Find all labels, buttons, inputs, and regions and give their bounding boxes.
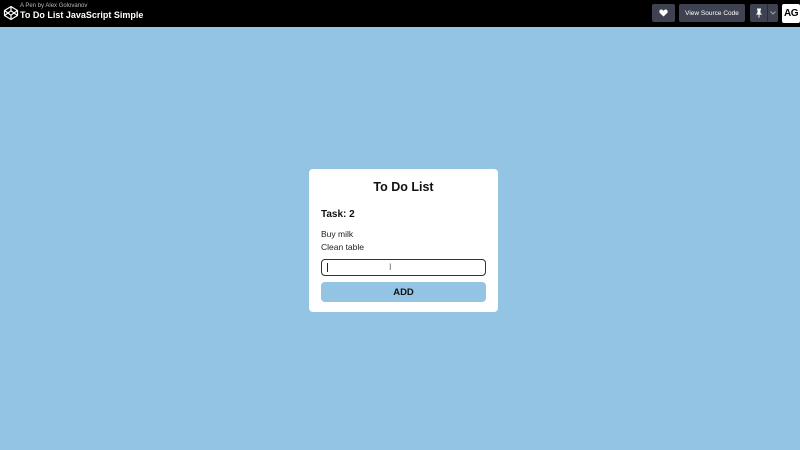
pen-title: To Do List JavaScript Simple <box>20 10 144 20</box>
task-item[interactable]: Clean table <box>321 241 364 254</box>
add-task-button[interactable]: ADD <box>321 282 486 302</box>
pin-button[interactable] <box>750 4 778 22</box>
pin-icon <box>755 8 762 18</box>
codepen-header: A Pen by Alex Golovanov To Do List JavaS… <box>0 0 800 27</box>
ibeam-cursor-icon: I <box>389 262 392 272</box>
task-input[interactable] <box>321 259 486 276</box>
pin-menu-toggle[interactable] <box>768 4 778 22</box>
pin-action[interactable] <box>750 4 768 22</box>
pen-meta: A Pen by Alex Golovanov To Do List JavaS… <box>20 3 143 21</box>
user-avatar[interactable]: AG <box>782 4 800 23</box>
text-caret <box>327 263 328 272</box>
todo-title: To Do List <box>373 180 434 194</box>
view-source-button[interactable]: View Source Code <box>679 4 745 22</box>
chevron-down-icon <box>770 11 776 15</box>
heart-button[interactable] <box>652 4 675 22</box>
task-list: Buy milk Clean table <box>321 228 364 254</box>
codepen-logo-icon[interactable] <box>3 5 19 21</box>
heart-icon <box>659 9 668 17</box>
todo-card: To Do List Task: 2 Buy milk Clean table … <box>309 169 498 312</box>
task-item[interactable]: Buy milk <box>321 228 364 241</box>
task-count-heading: Task: 2 <box>321 209 355 220</box>
pen-author-line[interactable]: A Pen by Alex Golovanov <box>20 3 143 10</box>
